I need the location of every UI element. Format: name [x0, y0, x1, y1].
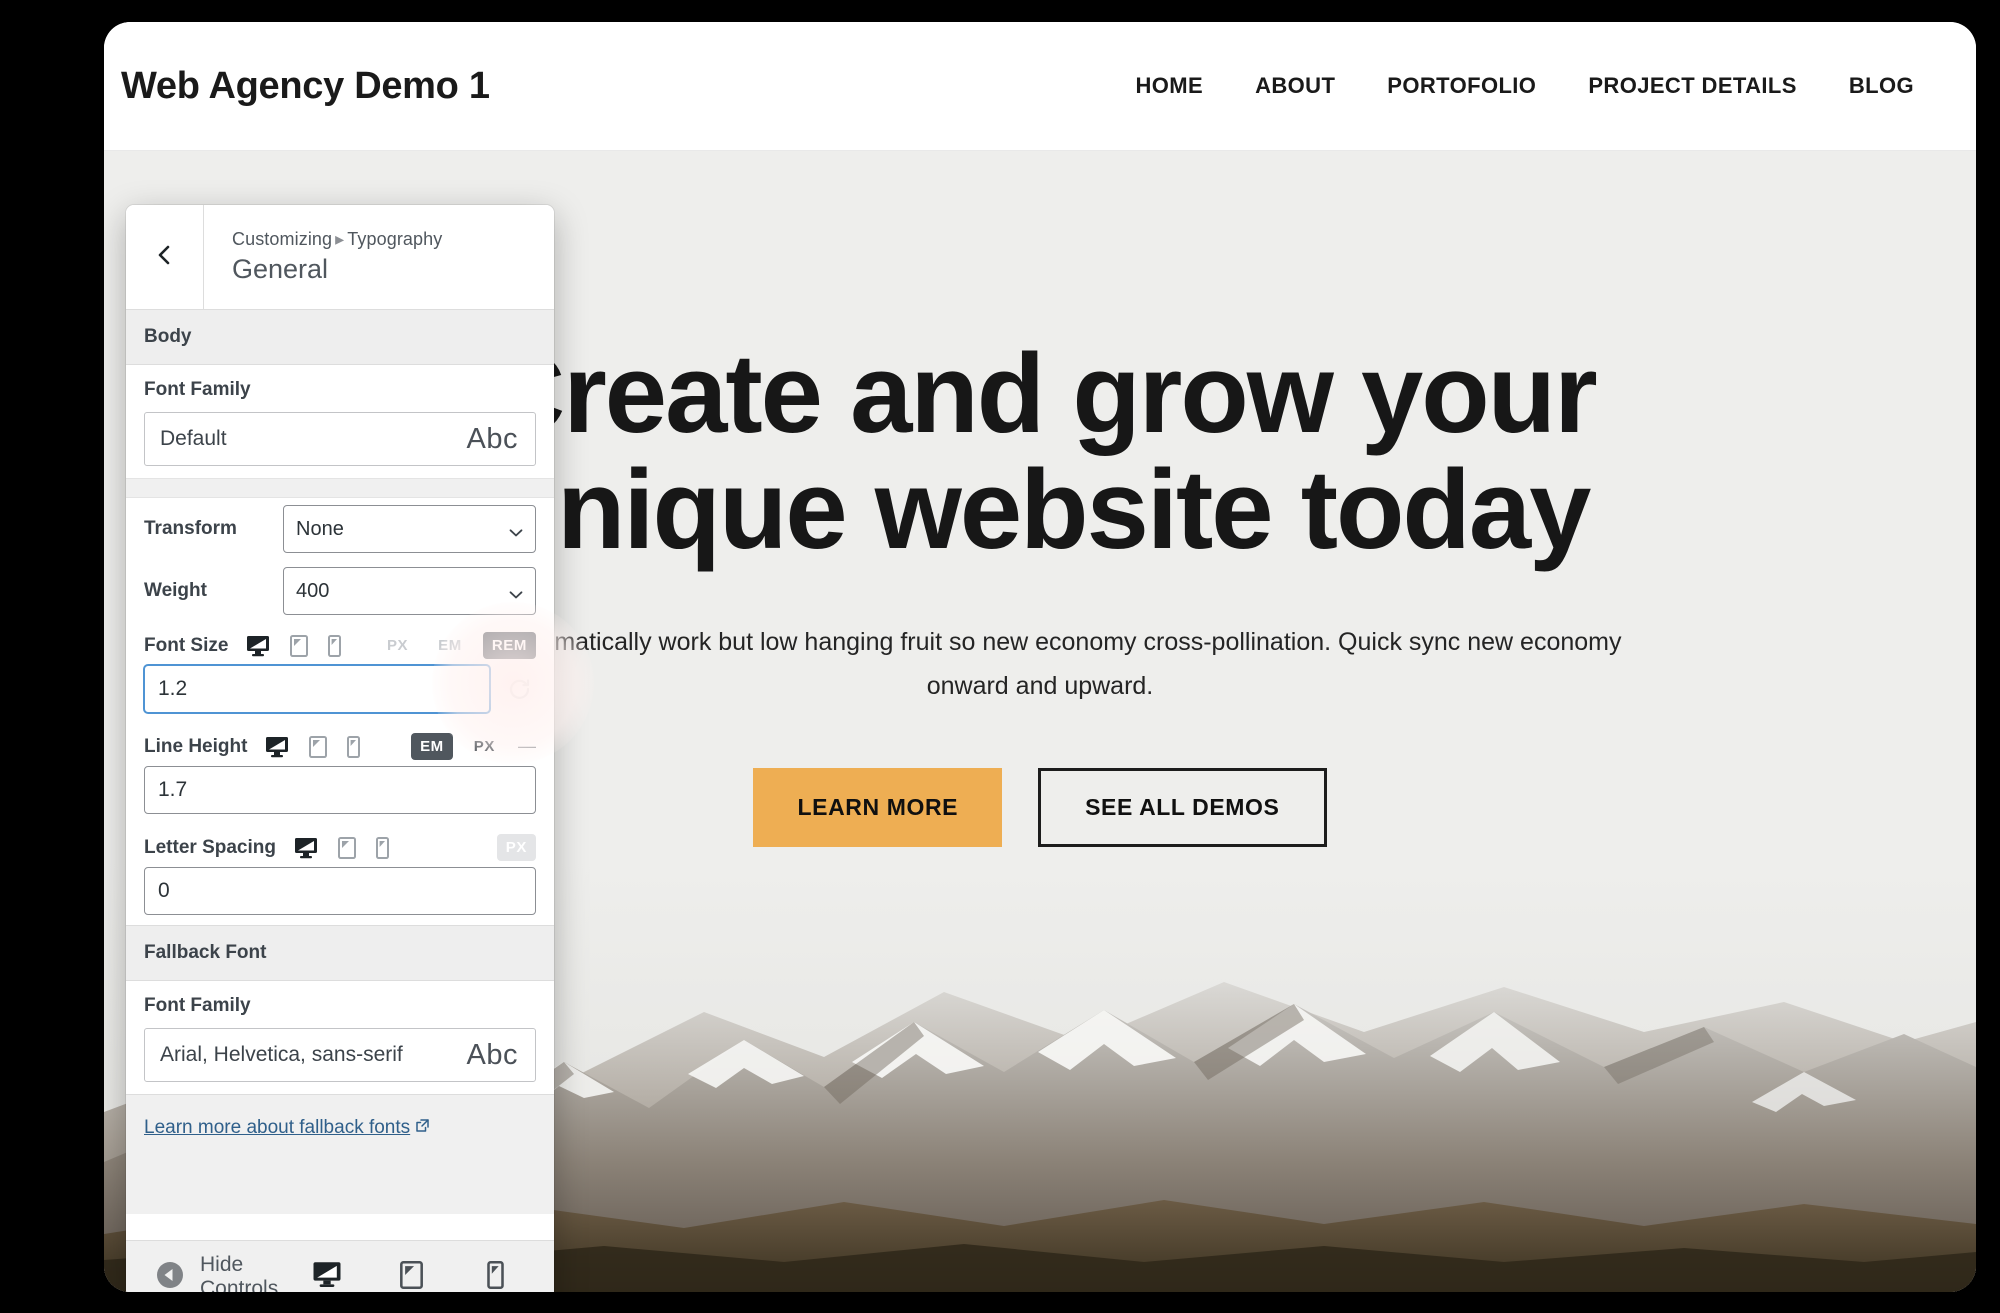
letter-spacing-device-toggles	[294, 836, 389, 859]
preview-tablet-button[interactable]	[382, 1241, 440, 1293]
preview-desktop-button[interactable]	[298, 1241, 356, 1293]
line-height-label: Line Height	[144, 735, 248, 757]
group-heading-body: Body	[126, 310, 554, 365]
unit-px[interactable]: PX	[378, 632, 417, 659]
tablet-icon	[399, 1260, 423, 1293]
letter-spacing-input[interactable]	[144, 867, 536, 915]
font-size-input-row	[126, 665, 554, 723]
mobile-icon[interactable]	[375, 836, 389, 859]
body-font-family-select[interactable]: Default Abc	[144, 412, 536, 466]
customizer-controls: Body Font Family Default Abc Transform N…	[126, 310, 554, 1240]
customizer-titles: Customizing ▸ Typography General	[204, 205, 554, 309]
hero-heading: Create and grow your unique website toda…	[484, 331, 1597, 573]
nav-item-blog[interactable]: BLOG	[1849, 73, 1914, 99]
fallback-font-family-label: Font Family	[144, 995, 251, 1016]
breadcrumb-current[interactable]: Typography	[347, 229, 442, 249]
font-preview-abc: Abc	[466, 1038, 518, 1071]
fallback-font-family-field: Font Family Arial, Helvetica, sans-serif…	[126, 981, 554, 1094]
body-font-family-label: Font Family	[144, 379, 251, 400]
panel-title: General	[232, 254, 329, 285]
font-size-header: Font Size PX EM REM	[126, 622, 554, 665]
unit-px[interactable]: PX	[496, 834, 536, 861]
transform-field: Transform None	[126, 498, 554, 560]
letter-spacing-input-row	[126, 867, 554, 925]
nav-item-about[interactable]: ABOUT	[1255, 73, 1335, 99]
customizer-panel: Customizing ▸ Typography General Body Font…	[126, 205, 554, 1292]
fallback-font-family-select[interactable]: Arial, Helvetica, sans-serif Abc	[144, 1028, 536, 1082]
line-height-input[interactable]	[144, 766, 536, 814]
group-heading-fallback-font: Fallback Font	[126, 925, 554, 981]
font-size-label: Font Size	[144, 634, 229, 656]
customizer-header: Customizing ▸ Typography General	[126, 205, 554, 310]
mobile-icon[interactable]	[347, 735, 361, 758]
unit-rem[interactable]: REM	[482, 632, 536, 659]
desktop-icon[interactable]	[246, 635, 270, 657]
body-font-family-field: Font Family Default Abc	[126, 365, 554, 478]
nav-item-portofolio[interactable]: PORTOFOLIO	[1387, 73, 1536, 99]
desktop-icon	[312, 1261, 342, 1292]
nav-item-project-details[interactable]: PROJECT DETAILS	[1588, 73, 1797, 99]
hide-controls-button[interactable]: Hide Controls	[156, 1253, 298, 1292]
letter-spacing-header: Letter Spacing PX	[126, 824, 554, 867]
line-height-unit-toggles: EM PX —	[411, 733, 536, 760]
reset-font-size-icon[interactable]	[502, 672, 536, 706]
tablet-icon[interactable]	[337, 836, 356, 859]
weight-select[interactable]: 400	[283, 567, 536, 615]
breadcrumb-root[interactable]: Customizing	[232, 229, 332, 249]
site-navigation: HOME ABOUT PORTOFOLIO PROJECT DETAILS BL…	[1135, 73, 1914, 99]
line-height-input-row	[126, 766, 554, 824]
unit-em[interactable]: EM	[411, 733, 453, 760]
fallback-fonts-link[interactable]: Learn more about fallback fonts	[144, 1117, 430, 1139]
mobile-icon	[486, 1260, 504, 1293]
collapse-left-icon	[156, 1261, 184, 1293]
fallback-fonts-link-label: Learn more about fallback fonts	[144, 1117, 411, 1138]
nav-item-home[interactable]: HOME	[1135, 73, 1203, 99]
desktop-icon[interactable]	[265, 736, 289, 758]
tablet-icon[interactable]	[290, 634, 309, 657]
unit-px[interactable]: PX	[465, 733, 504, 760]
chevron-left-icon	[153, 243, 177, 272]
section-divider	[126, 478, 554, 498]
weight-label: Weight	[144, 580, 207, 601]
site-title: Web Agency Demo 1	[121, 64, 490, 107]
browser-frame: Web Agency Demo 1 HOME ABOUT PORTOFOLIO …	[104, 22, 1976, 1292]
back-button[interactable]	[126, 205, 204, 309]
transform-select[interactable]: None	[283, 505, 536, 553]
customizer-footer: Hide Controls	[126, 1240, 554, 1292]
see-all-demos-button[interactable]: SEE ALL DEMOS	[1038, 768, 1327, 848]
external-link-icon	[415, 1117, 430, 1139]
site-header: Web Agency Demo 1 HOME ABOUT PORTOFOLIO …	[104, 22, 1976, 151]
fallback-font-family-value: Arial, Helvetica, sans-serif	[160, 1043, 403, 1066]
transform-label: Transform	[144, 518, 237, 539]
font-size-device-toggles	[246, 634, 342, 657]
preview-device-toggles	[298, 1241, 538, 1293]
unit-none-dash[interactable]: —	[516, 736, 536, 757]
font-size-unit-toggles: PX EM REM	[378, 632, 536, 659]
tablet-icon[interactable]	[309, 735, 328, 758]
preview-mobile-button[interactable]	[466, 1241, 524, 1293]
hero-subheading: Programmatically work but low hanging fr…	[458, 627, 1622, 700]
breadcrumb-separator-icon: ▸	[335, 229, 345, 250]
body-font-family-value: Default	[160, 427, 227, 450]
letter-spacing-label: Letter Spacing	[144, 836, 276, 858]
mobile-icon[interactable]	[328, 634, 342, 657]
unit-em[interactable]: EM	[429, 632, 471, 659]
font-preview-abc: Abc	[466, 422, 518, 455]
font-size-input[interactable]	[144, 665, 490, 713]
breadcrumb: Customizing ▸ Typography	[232, 229, 554, 250]
letter-spacing-unit-toggles: PX	[496, 834, 536, 861]
line-height-header: Line Height EM PX —	[126, 723, 554, 766]
fallback-help-block: Learn more about fallback fonts	[126, 1094, 554, 1214]
learn-more-button[interactable]: LEARN MORE	[753, 768, 1003, 848]
desktop-icon[interactable]	[294, 837, 318, 859]
hide-controls-label: Hide Controls	[200, 1253, 279, 1292]
line-height-device-toggles	[265, 735, 361, 758]
weight-field: Weight 400	[126, 560, 554, 622]
